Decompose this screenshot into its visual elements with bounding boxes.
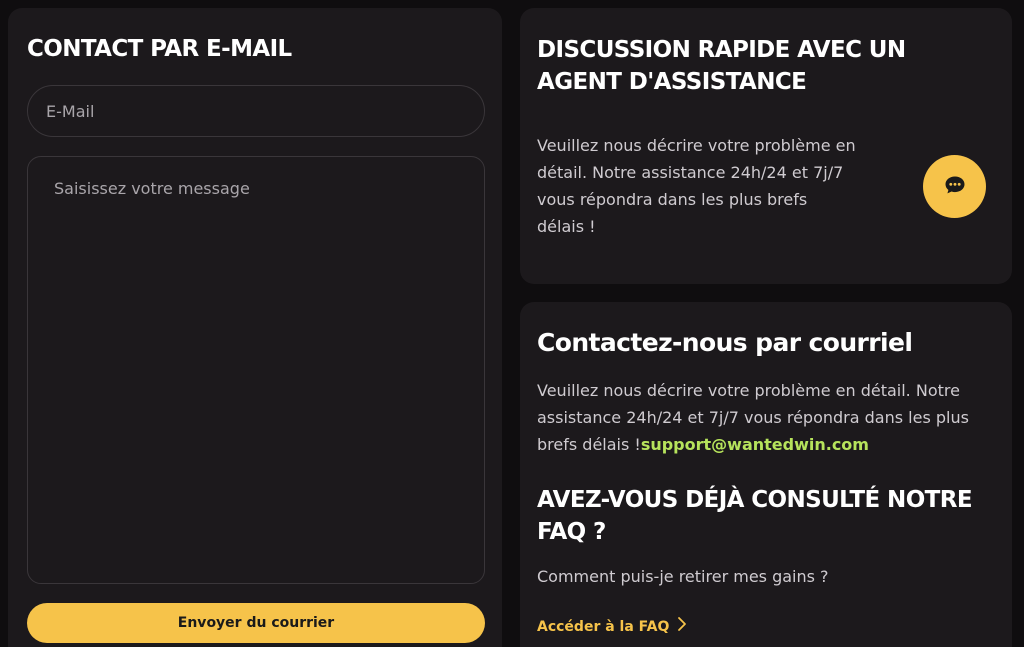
open-chat-button[interactable]: [923, 155, 986, 218]
mail-contact-card: Contactez-nous par courriel Veuillez nou…: [520, 302, 1012, 647]
message-field[interactable]: [27, 156, 485, 584]
chevron-right-icon: [677, 616, 687, 638]
support-email-link[interactable]: support@wantedwin.com: [641, 435, 869, 454]
email-field[interactable]: [27, 85, 485, 137]
send-mail-button[interactable]: Envoyer du courrier: [27, 603, 485, 643]
mail-contact-title: Contactez-nous par courriel: [537, 328, 913, 357]
faq-link-label: Accéder à la FAQ: [537, 619, 670, 635]
live-chat-description: Veuillez nous décrire votre problème en …: [537, 136, 856, 236]
email-contact-title: CONTACT PAR E-MAIL: [27, 36, 292, 62]
live-chat-title: DISCUSSION RAPIDE AVEC UN AGENT D'ASSIST…: [537, 37, 906, 95]
contact-page: CONTACT PAR E-MAIL Envoyer du courrier D…: [0, 0, 1024, 647]
chat-bubble-icon: [944, 175, 966, 198]
email-contact-card: CONTACT PAR E-MAIL Envoyer du courrier: [8, 8, 502, 647]
mail-contact-description: Veuillez nous décrire votre problème en …: [537, 377, 987, 458]
live-chat-card: DISCUSSION RAPIDE AVEC UN AGENT D'ASSIST…: [520, 8, 1012, 284]
faq-title: AVEZ-VOUS DÉJÀ CONSULTÉ NOTRE FAQ ?: [537, 487, 973, 545]
faq-question: Comment puis-je retirer mes gains ?: [537, 567, 829, 586]
faq-link[interactable]: Accéder à la FAQ: [537, 616, 687, 638]
